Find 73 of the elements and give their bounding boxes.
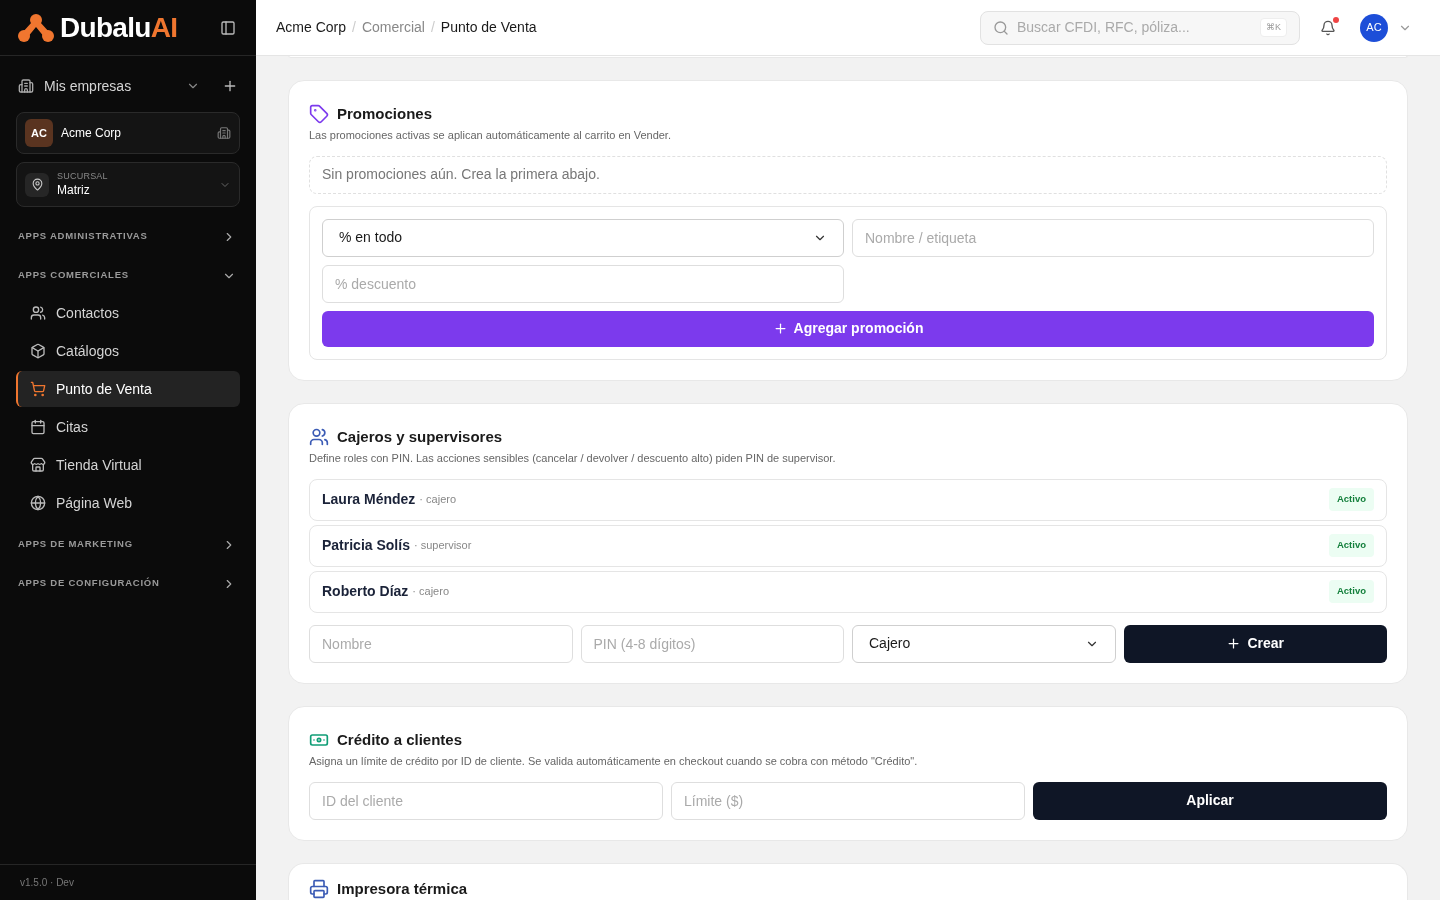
cashier-name-field[interactable]: Nombre <box>309 624 573 663</box>
branch-name: Matriz <box>57 182 91 198</box>
printer-icon <box>309 878 329 899</box>
breadcrumb-item[interactable]: Punto de Venta <box>440 17 537 38</box>
sidebar-item[interactable]: Página Web <box>16 485 240 521</box>
company-name: Acme Corp <box>61 125 123 142</box>
cashier-role: · cajero <box>412 584 450 600</box>
section-title: Cajeros y supervisores <box>337 426 503 447</box>
section-title: Promociones <box>337 103 433 124</box>
companies-label: Mis empresas <box>44 76 132 96</box>
client-id-field[interactable]: ID del cliente <box>309 781 663 820</box>
sidebar-item[interactable]: Punto de Venta <box>16 371 240 407</box>
tag-icon <box>309 103 329 124</box>
discount-field[interactable]: % descuento <box>322 264 844 303</box>
company-card[interactable]: AC Acme Corp <box>16 112 240 154</box>
pin-field[interactable]: PIN (4-8 dígitos) <box>580 624 844 663</box>
store-icon <box>30 457 46 473</box>
company-avatar: AC <box>25 119 53 147</box>
breadcrumb-item[interactable]: Acme Corp <box>276 17 347 38</box>
section-description: Asigna un límite de crédito por ID de cliente. Se valida automáticamente en checkout cuando se cobra con método "Crédito". <box>309 754 919 769</box>
user-avatar[interactable]: AC <box>1360 13 1388 42</box>
cashier-name: Roberto Díaz <box>322 582 409 601</box>
cart-icon <box>30 381 46 397</box>
promotion-name-field[interactable]: Nombre / etiqueta <box>852 218 1374 257</box>
sidebar-item[interactable]: Tienda Virtual <box>16 447 240 483</box>
status-badge: Activo <box>1328 534 1374 557</box>
sidebar-group-header[interactable]: APPS COMERCIALES <box>16 256 240 295</box>
cashier-role: · supervisor <box>413 538 472 554</box>
add-promotion-button[interactable]: Agregar promoción <box>322 310 1374 347</box>
promotion-type-select[interactable]: % en todo <box>322 218 844 257</box>
add-icon[interactable] <box>222 78 238 94</box>
status-badge: Activo <box>1328 488 1374 511</box>
empty-state: Sin promociones aún. Crea la primera abajo. <box>309 155 1387 194</box>
plus-icon <box>772 321 788 336</box>
brand-name: DubaluAI <box>60 10 178 45</box>
breadcrumb-separator: / <box>352 18 356 37</box>
box-icon <box>30 343 46 359</box>
cashier-name: Patricia Solís <box>322 536 410 555</box>
section-title: Crédito a clientes <box>337 729 463 750</box>
logo-icon <box>18 12 54 43</box>
section-description: Define roles con PIN. Las acciones sensibles (cancelar / devolver / descuento alto) piden PIN de supervisor. <box>309 451 837 466</box>
notifications-bell[interactable] <box>1320 19 1336 36</box>
building-icon <box>18 78 34 94</box>
calendar-icon <box>30 419 46 435</box>
globe-icon <box>30 495 46 511</box>
branch-selector[interactable]: SUCURSAL Matriz <box>16 162 240 207</box>
section-description: Las promociones activas se aplican automáticamente al carrito en Vender. <box>309 128 672 143</box>
sidebar-item[interactable]: Catálogos <box>16 333 240 369</box>
role-select[interactable]: Cajero <box>852 624 1116 663</box>
section-title: Impresora térmica <box>337 878 468 899</box>
shortcut-hint: ⌘K <box>1260 17 1287 38</box>
apply-button[interactable]: Aplicar <box>1033 781 1387 820</box>
sidebar-group-header[interactable]: APPS DE CONFIGURACIÓN <box>16 564 240 603</box>
search-icon <box>993 19 1009 36</box>
sidebar-toggle-icon[interactable] <box>220 19 236 36</box>
plus-icon <box>1226 636 1242 651</box>
status-badge: Activo <box>1328 580 1374 603</box>
users-icon <box>30 305 46 321</box>
breadcrumb-item[interactable]: Comercial <box>361 17 425 38</box>
create-button[interactable]: Crear <box>1123 624 1387 663</box>
credit-limit-field[interactable]: Límite ($) <box>671 781 1025 820</box>
building-icon <box>217 126 231 140</box>
users-icon <box>309 426 329 447</box>
sidebar-item[interactable]: Contactos <box>16 295 240 331</box>
version-label: v1.5.0 · Dev <box>20 876 74 890</box>
cashier-name: Laura Méndez <box>322 490 416 509</box>
cashier-role: · cajero <box>419 492 457 508</box>
breadcrumb-separator: / <box>430 18 435 37</box>
location-pin-icon <box>30 178 44 191</box>
branch-label: SUCURSAL <box>57 171 109 183</box>
sidebar-group-header[interactable]: APPS ADMINISTRATIVAS <box>16 217 240 256</box>
sidebar-item[interactable]: Citas <box>16 409 240 445</box>
sidebar-group-header[interactable]: APPS DE MARKETING <box>16 525 240 564</box>
